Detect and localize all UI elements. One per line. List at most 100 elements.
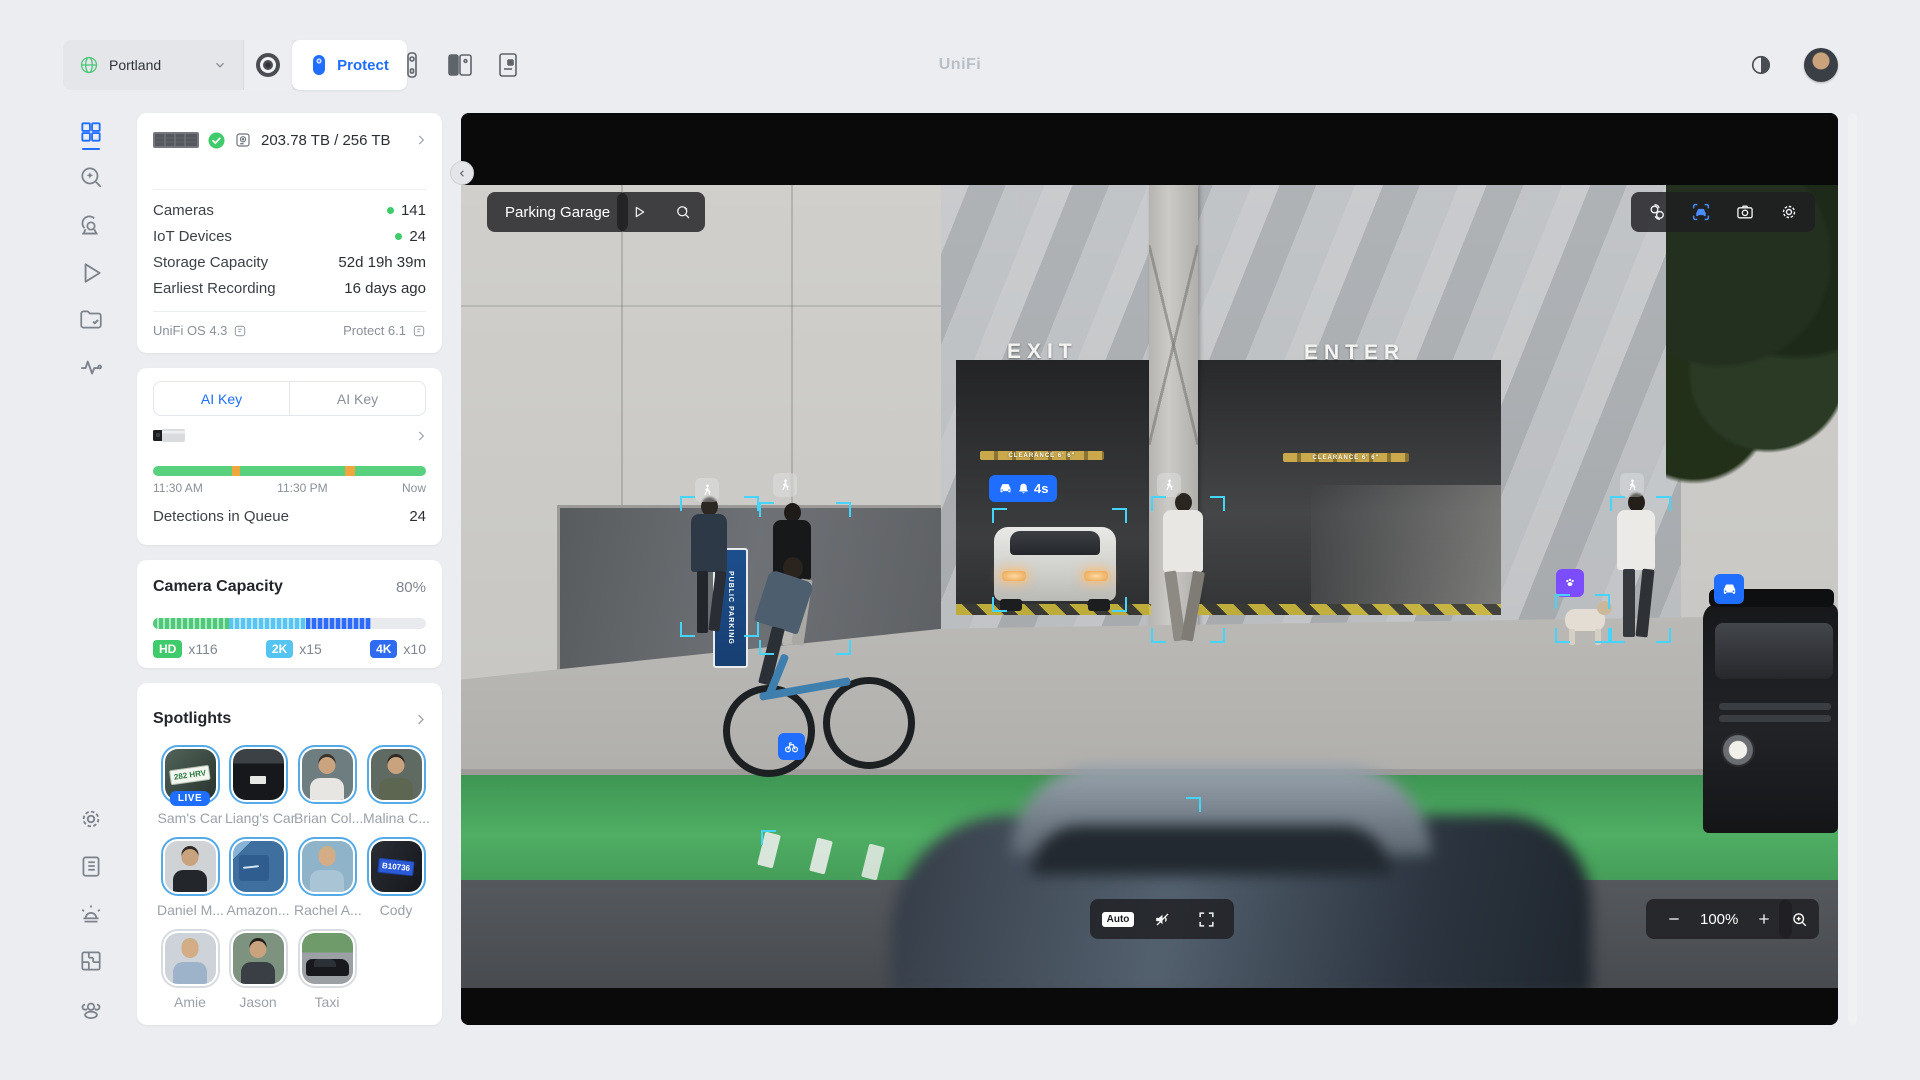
clearance-bar-left: CLEARANCE 6' 6" — [980, 451, 1104, 460]
sidebar-item-floorplan[interactable] — [78, 948, 104, 974]
sidebar-item-detections[interactable] — [78, 213, 104, 239]
camera-capacity-card: Camera Capacity 80% HD x116 2K x15 4K x1… — [137, 560, 442, 668]
spotlight-rachel[interactable]: Rachel A... — [294, 837, 360, 918]
bicycle-icon — [783, 738, 800, 755]
tab-ai-key-2[interactable]: AI Key — [289, 382, 425, 415]
spotlight-daniel[interactable]: Daniel M... — [157, 837, 223, 918]
magnify-button[interactable] — [1779, 899, 1819, 939]
release-notes-icon[interactable] — [233, 324, 247, 338]
smart-detections-toggle[interactable] — [1679, 192, 1723, 232]
capacity-title: Camera Capacity — [153, 578, 283, 596]
theme-toggle-icon[interactable] — [1750, 54, 1772, 76]
sidebar-item-dashboard[interactable] — [78, 119, 104, 145]
person-detection-icon[interactable] — [1157, 473, 1181, 497]
auto-quality-badge: Auto — [1102, 912, 1135, 927]
divider — [153, 189, 426, 190]
spotlight-taxi[interactable]: Taxi — [294, 929, 360, 1010]
unifi-os-button[interactable] — [244, 40, 292, 90]
license-plate: 282 HRV — [169, 764, 211, 784]
spotlight-jason[interactable]: Jason — [225, 929, 291, 1010]
nvr-card: 203.78 TB / 256 TB Cameras 141 IoT Devic… — [137, 113, 442, 353]
partial-detection-bracket — [761, 830, 801, 870]
fullscreen-button[interactable] — [1184, 899, 1228, 939]
letterbox-bottom — [461, 988, 1838, 1025]
ai-search-button[interactable] — [661, 192, 705, 232]
divider — [153, 311, 426, 312]
sidebar-item-archive[interactable] — [78, 307, 104, 333]
storage-usage: 203.78 TB / 256 TB — [261, 132, 391, 149]
auto-quality-button[interactable]: Auto — [1096, 899, 1140, 939]
tab-ai-key-1[interactable]: AI Key — [154, 382, 289, 415]
stream-settings-button[interactable] — [1767, 192, 1811, 232]
live-badge: LIVE — [170, 791, 210, 806]
person-detection-icon[interactable] — [773, 473, 797, 497]
spotlight-amie[interactable]: Amie — [157, 929, 223, 1010]
ptz-button[interactable] — [1635, 192, 1679, 232]
animal-detection-box[interactable] — [1555, 594, 1610, 643]
sidebar-item-playback[interactable] — [78, 260, 104, 286]
mute-button[interactable] — [1140, 899, 1184, 939]
spotlight-brian[interactable]: Brian Col... — [294, 745, 360, 826]
snapshot-button[interactable] — [1723, 192, 1767, 232]
car-icon — [1721, 581, 1738, 598]
person-detection-icon[interactable] — [1620, 473, 1644, 497]
spotlights-card: Spotlights 282 HRV LIVE Sam's Car Liang'… — [137, 683, 442, 1025]
online-dot — [395, 233, 402, 240]
stat-row-cameras: Cameras 141 — [153, 199, 426, 221]
tab-camera-device[interactable] — [388, 40, 436, 90]
zoom-out-button[interactable] — [1652, 899, 1696, 939]
spotlight-liangs-car[interactable]: Liang's Car — [225, 745, 291, 826]
person-detection-box[interactable] — [1610, 496, 1671, 643]
site-selector[interactable]: Portland — [63, 40, 243, 90]
stat-row-iot: IoT Devices 24 — [153, 225, 426, 247]
vehicle-detection-box[interactable] — [992, 508, 1127, 612]
protect-version: Protect 6.1 — [343, 323, 406, 338]
tab-doorbell-device[interactable] — [436, 40, 484, 90]
animal-detection-badge[interactable] — [1556, 569, 1584, 597]
sidebar-item-alarm[interactable] — [78, 901, 104, 927]
person-detection-box[interactable] — [1151, 496, 1225, 643]
play-button[interactable] — [617, 192, 661, 232]
spotlight-sams-car[interactable]: 282 HRV LIVE Sam's Car — [157, 745, 223, 826]
bicycle-detection-badge[interactable] — [778, 733, 805, 760]
capacity-percent: 80% — [396, 579, 426, 596]
avatar[interactable] — [1804, 48, 1838, 82]
sidebar-item-settings[interactable] — [78, 806, 104, 832]
unifi-os-icon — [255, 52, 281, 78]
ai-key-device-row[interactable] — [153, 428, 428, 443]
sidebar-item-users[interactable] — [78, 997, 104, 1023]
partial-detection-bracket — [1161, 797, 1201, 837]
spotlight-cody[interactable]: B10736 Cody — [363, 837, 429, 918]
spotlight-malina[interactable]: Malina C... — [363, 745, 429, 826]
detection-timeline[interactable] — [153, 466, 426, 476]
detection-time: 4s — [1034, 481, 1048, 496]
chevron-right-icon[interactable] — [413, 712, 428, 727]
tab-sensor-device[interactable] — [484, 40, 532, 90]
live-view-viewport: EXIT ENTER CLEARANCE 6' 6" CLEARANCE 6' … — [461, 113, 1838, 1025]
stat-row-storage-capacity: Storage Capacity52d 19h 39m — [153, 251, 426, 273]
sidebar-item-activity[interactable] — [78, 354, 104, 380]
person-detection-box[interactable] — [759, 502, 851, 655]
release-notes-icon[interactable] — [412, 324, 426, 338]
timeline-now-label: Now — [402, 481, 426, 495]
ai-key-card: AI Key AI Key 11:30 AM 11:30 PM Now Dete… — [137, 368, 442, 545]
spotlight-amazon[interactable]: Amazon... — [225, 837, 291, 918]
vehicle-alert-badge[interactable]: 4s — [989, 475, 1057, 502]
tier-hd: HD x116 — [153, 640, 218, 658]
ai-key-device-image — [153, 428, 185, 443]
stat-row-earliest-recording: Earliest Recording16 days ago — [153, 277, 426, 299]
camera-name-button[interactable]: Parking Garage — [487, 192, 628, 232]
capacity-segment-4k — [306, 618, 372, 629]
nvr-device-row[interactable]: 203.78 TB / 256 TB — [153, 131, 428, 149]
ai-key-tabs: AI Key AI Key — [153, 381, 426, 416]
unifi-protect-app: Portland Protect — [0, 0, 1920, 1080]
status-check-icon — [208, 132, 225, 149]
enter-sign: ENTER — [1304, 341, 1405, 365]
sidebar-item-ai-search[interactable] — [78, 164, 104, 190]
person-detection-box[interactable] — [680, 496, 759, 637]
collapse-panel-button[interactable] — [450, 161, 474, 185]
sidebar-item-logs[interactable] — [78, 853, 104, 879]
site-name: Portland — [109, 57, 161, 73]
right-panel-rail[interactable] — [1848, 113, 1857, 1025]
vehicle-detection-badge[interactable] — [1714, 574, 1744, 604]
